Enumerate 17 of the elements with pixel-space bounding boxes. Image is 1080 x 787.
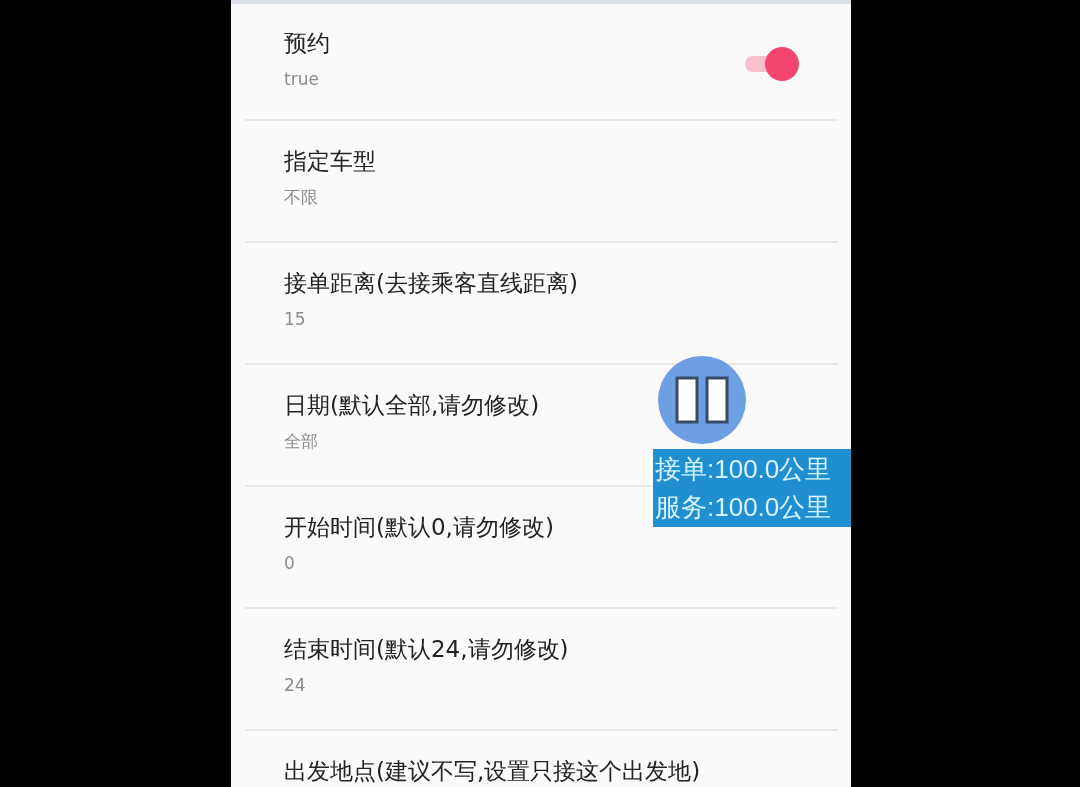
setting-title: 开始时间(默认0,请勿修改) <box>284 513 554 542</box>
setting-value: 不限 <box>284 186 319 209</box>
overlay-text: 服务:100.0公里 <box>655 491 833 524</box>
setting-value: 15 <box>284 308 307 331</box>
setting-title: 日期(默认全部,请勿修改) <box>284 391 540 420</box>
setting-value: 全部 <box>284 430 319 453</box>
setting-value: true <box>284 68 320 91</box>
setting-title: 出发地点(建议不写,设置只接这个出发地) <box>284 757 701 786</box>
overlay-text: 接单:100.0公里 <box>655 453 833 486</box>
pause-icon[interactable] <box>658 356 746 444</box>
setting-title: 接单距离(去接乘客直线距离) <box>284 269 578 298</box>
setting-title: 结束时间(默认24,请勿修改) <box>284 635 569 664</box>
setting-title: 预约 <box>284 29 330 58</box>
setting-value: 0 <box>284 552 296 575</box>
toggle-switch[interactable] <box>743 47 799 81</box>
setting-value: 24 <box>284 674 307 697</box>
setting-title: 指定车型 <box>284 147 376 176</box>
